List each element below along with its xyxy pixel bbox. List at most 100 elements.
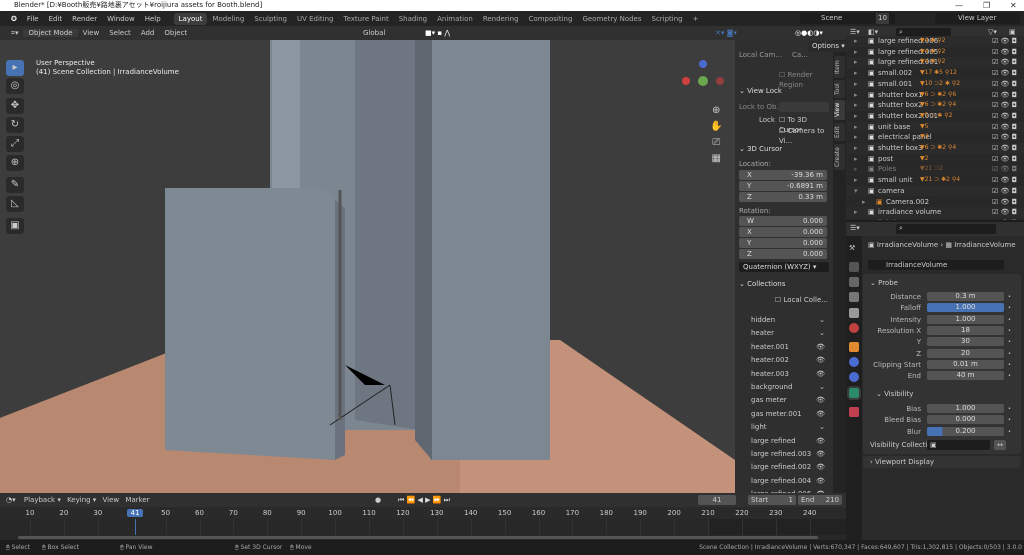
property-field[interactable]: 0.01 m bbox=[927, 359, 1004, 369]
eye-icon[interactable]: 👁 bbox=[816, 368, 825, 381]
swap-icon[interactable]: ↔ bbox=[994, 440, 1006, 450]
collection-item[interactable]: heater.002 👁 bbox=[739, 354, 827, 367]
rotation-w-field[interactable]: W 0.000 bbox=[739, 216, 827, 226]
property-field[interactable]: 1.000 bbox=[927, 314, 1004, 324]
collection-item[interactable]: large refined 👁 bbox=[739, 435, 827, 448]
probe-panel-header[interactable]: ⌄ Probe bbox=[870, 278, 898, 288]
render-region-checkbox[interactable]: ☐ bbox=[779, 71, 788, 79]
keyframe-dot-icon[interactable]: • bbox=[1008, 427, 1011, 437]
keyframe-dot-icon[interactable]: • bbox=[1008, 404, 1011, 414]
chevron-down-icon[interactable]: ⌄ bbox=[819, 381, 825, 394]
visibility-toggles[interactable]: ☑ 👁 ◘ bbox=[992, 154, 1017, 165]
visibility-toggles[interactable]: ☑ 👁 ◘ bbox=[992, 175, 1017, 186]
record-button[interactable]: ● bbox=[375, 493, 381, 507]
expand-arrow-icon[interactable]: ▾ bbox=[854, 186, 858, 197]
property-field[interactable]: 1.000 bbox=[927, 303, 1004, 313]
properties-search-input[interactable]: ⌕ bbox=[896, 224, 996, 234]
tab-modeling[interactable]: Modeling bbox=[207, 13, 249, 25]
shading-mode-icons[interactable]: ◎●◐◑▾ bbox=[790, 29, 828, 37]
camera-to-view-checkbox[interactable]: ☐ Camera to Vi... bbox=[779, 126, 829, 146]
start-frame-field[interactable]: Start 1 bbox=[748, 495, 796, 505]
collection-item[interactable]: large refined.002 👁 bbox=[739, 461, 827, 474]
collection-item[interactable]: large refined.004 👁 bbox=[739, 475, 827, 488]
expand-arrow-icon[interactable]: ▸ bbox=[854, 111, 858, 122]
cursor-tool-icon[interactable]: ◎ bbox=[6, 78, 24, 94]
collection-item[interactable]: heater.001 👁 bbox=[739, 341, 827, 354]
visibility-toggles[interactable]: ☑ 👁 ◘ bbox=[992, 68, 1017, 79]
expand-arrow-icon[interactable]: ▸ bbox=[854, 79, 858, 90]
expand-arrow-icon[interactable]: ▸ bbox=[862, 197, 866, 208]
tab-view[interactable]: View bbox=[834, 100, 845, 120]
playback-menu[interactable]: Playback bbox=[24, 496, 55, 504]
collection-item[interactable]: gas meter.001 👁 bbox=[739, 408, 827, 421]
eye-icon[interactable]: 👁 bbox=[816, 354, 825, 367]
visibility-toggles[interactable]: ☑ 👁 ◘ bbox=[992, 57, 1017, 68]
add-workspace-button[interactable]: + bbox=[688, 13, 704, 25]
chevron-down-icon[interactable]: ⌄ bbox=[819, 314, 825, 327]
property-field[interactable]: 1.000 bbox=[927, 404, 1004, 413]
property-field[interactable]: 20 bbox=[927, 348, 1004, 358]
outliner-item[interactable]: ▾ ▣ camera ☑ 👁 ◘ bbox=[846, 185, 1024, 197]
collections-header[interactable]: ⌄ Collections bbox=[739, 279, 829, 289]
outliner-item[interactable]: ▸ ▣ Poles ▼21 ⊃2 ☑ 👁 ◘ bbox=[846, 164, 1024, 176]
chevron-down-icon[interactable]: ⌄ bbox=[819, 327, 825, 340]
outliner-item[interactable]: ▸ ▣lighting ☑ 👁 ◘ bbox=[846, 218, 1024, 220]
expand-arrow-icon[interactable]: ▸ bbox=[854, 164, 858, 175]
collection-item[interactable]: large refined.003 👁 bbox=[739, 448, 827, 461]
visibility-toggles[interactable]: ☑ 👁 ◘ bbox=[992, 186, 1017, 197]
transform-tool-icon[interactable]: ⊕ bbox=[6, 155, 24, 171]
options-dropdown[interactable]: Options ▾ bbox=[808, 41, 849, 52]
filter-view-icon[interactable]: ◧▾ bbox=[868, 28, 878, 36]
keyframe-dot-icon[interactable]: • bbox=[1008, 360, 1011, 370]
tab-scripting[interactable]: Scripting bbox=[647, 13, 688, 25]
expand-arrow-icon[interactable]: ▸ bbox=[854, 122, 858, 133]
rotate-tool-icon[interactable]: ↻ bbox=[6, 117, 24, 133]
expand-arrow-icon[interactable]: ▸ bbox=[854, 100, 858, 111]
property-field[interactable]: 18 bbox=[927, 325, 1004, 335]
visibility-toggles[interactable]: ☑ 👁 ◘ bbox=[992, 100, 1017, 111]
local-collections-checkbox[interactable]: ☐ Local Colle... bbox=[739, 295, 829, 305]
outliner-item[interactable]: ▸ ▣ small.002 ▼17 ✱5 ⚲12 ☑ 👁 ◘ bbox=[846, 68, 1024, 79]
end-frame-field[interactable]: End 210 bbox=[798, 495, 842, 505]
outliner-item[interactable]: ▸ ▣ small unit ▼21 ⊃ ✱2 ⚲4 ☑ 👁 ◘ bbox=[846, 175, 1024, 186]
view-layer-selector[interactable]: View Layer bbox=[935, 13, 1020, 24]
visibility-toggles[interactable]: ☑ 👁 ◘ bbox=[992, 143, 1017, 154]
local-camera-field[interactable]: Ca... bbox=[792, 51, 808, 59]
scene-selector[interactable]: Scene 10 bbox=[800, 13, 895, 24]
keyframe-dot-icon[interactable]: • bbox=[1008, 415, 1011, 425]
new-collection-icon[interactable]: ▣ bbox=[1009, 28, 1016, 36]
expand-arrow-icon[interactable]: ▸ bbox=[854, 47, 858, 58]
visibility-toggles[interactable]: ☑ 👁 ◘ bbox=[992, 132, 1017, 143]
datablock-name-field[interactable]: IrradianceVolume bbox=[868, 260, 1004, 270]
visibility-toggles[interactable]: ☑ 👁 ◘ bbox=[992, 122, 1017, 133]
rotation-x-field[interactable]: X 0.000 bbox=[739, 227, 827, 237]
property-field[interactable]: 30 bbox=[927, 337, 1004, 347]
output-tab-icon[interactable] bbox=[849, 277, 859, 287]
outliner-item[interactable]: ▸ ▣ unit base ▼5 ☑ 👁 ◘ bbox=[846, 121, 1024, 133]
outliner-item[interactable]: ▸ ▣ large refined.006 ▼4 ✱ ⚲2 ☑ 👁 ◘ bbox=[846, 36, 1024, 47]
eye-icon[interactable]: 👁 bbox=[816, 475, 825, 488]
blender-logo-icon[interactable]: ✪ bbox=[6, 13, 22, 25]
expand-arrow-icon[interactable]: ▸ bbox=[854, 154, 858, 165]
tab-edit[interactable]: Edit bbox=[834, 123, 845, 141]
visibility-toggles[interactable]: ☑ 👁 ◘ bbox=[992, 218, 1017, 220]
timeline-scrollbar[interactable] bbox=[18, 536, 818, 539]
expand-arrow-icon[interactable]: ▸ bbox=[854, 175, 858, 186]
editor-type-icon[interactable]: ☰▾ bbox=[850, 224, 860, 232]
menu-add[interactable]: Add bbox=[136, 29, 160, 37]
menu-file[interactable]: File bbox=[22, 13, 44, 25]
rotation-y-field[interactable]: Y 0.000 bbox=[739, 238, 827, 248]
expand-arrow-icon[interactable]: ▸ bbox=[854, 57, 858, 68]
tab-compositing[interactable]: Compositing bbox=[524, 13, 578, 25]
property-field[interactable]: 0.200 bbox=[927, 426, 1004, 436]
property-field[interactable]: 0.3 m bbox=[927, 292, 1004, 301]
outliner-item[interactable]: ▸ ▣ irradiance volume ☑ 👁 ◘ bbox=[846, 207, 1024, 218]
lock-object-field[interactable] bbox=[779, 102, 829, 112]
rotation-z-field[interactable]: Z 0.000 bbox=[739, 249, 827, 259]
marker-menu[interactable]: Marker bbox=[125, 496, 149, 504]
outliner-item[interactable]: ▸ ▣ large refined.001 ▼4 ✱ ⚲2 ☑ 👁 ◘ bbox=[846, 57, 1024, 69]
menu-render[interactable]: Render bbox=[67, 13, 102, 25]
gizmo-toggle-icon[interactable]: ✕▾ ◙▾ bbox=[710, 29, 742, 37]
add-cube-tool-icon[interactable]: ▣ bbox=[6, 218, 24, 234]
object-data-tab-icon[interactable] bbox=[847, 386, 861, 400]
